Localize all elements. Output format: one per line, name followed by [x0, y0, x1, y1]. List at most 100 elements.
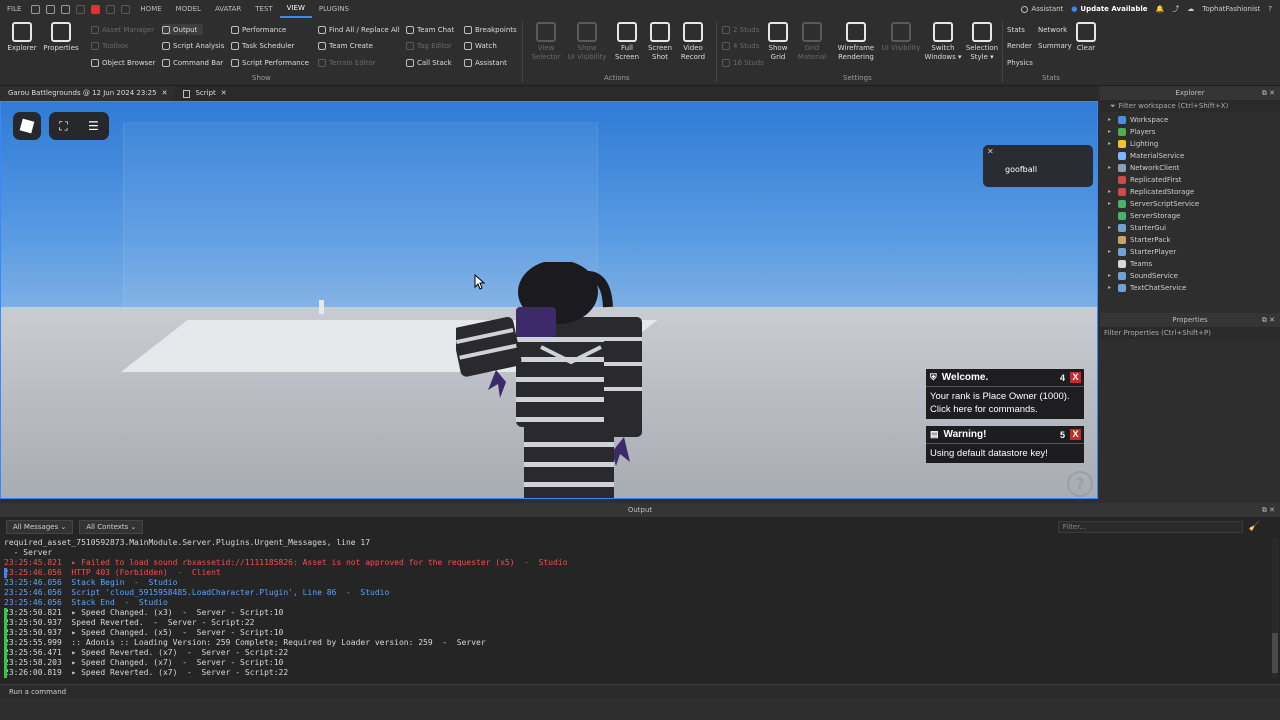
expand-arrow-icon[interactable]: ▸: [1108, 246, 1114, 258]
help-icon[interactable]: ?: [1268, 5, 1272, 13]
output-line[interactable]: 23:25:50.937 Speed Reverted. - Server - …: [0, 618, 1268, 628]
scrollbar-thumb[interactable]: [1272, 633, 1278, 673]
explorer-item-replicatedfirst[interactable]: ReplicatedFirst: [1100, 174, 1280, 186]
expand-arrow-icon[interactable]: ▸: [1108, 186, 1114, 198]
toolbox-button[interactable]: Toolbox: [91, 40, 128, 51]
physics-button[interactable]: Physics: [1007, 57, 1033, 68]
close-icon[interactable]: ✕: [162, 86, 168, 101]
expand-arrow-icon[interactable]: ▸: [1108, 270, 1114, 282]
explorer-item-materialservice[interactable]: MaterialService: [1100, 150, 1280, 162]
notification-icon[interactable]: 🔔: [1156, 5, 1165, 13]
output-log[interactable]: required_asset_7510592873.MainModule.Ser…: [0, 538, 1268, 678]
messages-filter-dropdown[interactable]: All Messages ⌄: [6, 519, 74, 534]
output-scrollbar[interactable]: [1272, 538, 1278, 678]
chat-icon[interactable]: ☰: [88, 119, 99, 133]
contexts-filter-dropdown[interactable]: All Contexts ⌄: [79, 519, 144, 534]
team-create-button[interactable]: Team Create: [318, 40, 373, 51]
wireframe-button[interactable]: Wireframe Rendering: [836, 22, 876, 62]
roblox-menu-button[interactable]: [13, 112, 41, 140]
tag-editor-button[interactable]: Tag Editor: [406, 40, 452, 51]
undo-icon[interactable]: [106, 4, 116, 14]
panel-controls[interactable]: ⧉ ✕: [1262, 503, 1275, 517]
player-notification[interactable]: ✕ goofball: [983, 145, 1093, 187]
expand-arrow-icon[interactable]: ▸: [1108, 126, 1114, 138]
output-line[interactable]: 23:25:58.203 ▸ Speed Changed. (x7) - Ser…: [0, 658, 1268, 668]
stats-button[interactable]: Stats: [1007, 24, 1025, 35]
asset-manager-button[interactable]: Asset Manager: [91, 24, 154, 35]
tab-place[interactable]: Garou Battlegrounds @ 12 Jun 2024 23:25 ✕: [0, 86, 176, 101]
stop-icon[interactable]: [91, 4, 101, 14]
explorer-item-replicatedstorage[interactable]: ▸ ReplicatedStorage: [1100, 186, 1280, 198]
view-selector-button[interactable]: View Selector: [526, 22, 566, 62]
help-button[interactable]: ?: [1067, 471, 1093, 497]
cloud-icon[interactable]: ☁: [1187, 5, 1194, 13]
close-button[interactable]: X: [1070, 429, 1081, 440]
selection-style-button[interactable]: Selection Style ▾: [962, 22, 1002, 62]
welcome-body[interactable]: Your rank is Place Owner (1000). Click h…: [926, 387, 1084, 419]
menu-file[interactable]: FILE: [0, 0, 28, 18]
output-line[interactable]: 23:25:50.937 ▸ Speed Changed. (x5) - Ser…: [0, 628, 1268, 638]
explorer-item-startergui[interactable]: ▸ StarterGui: [1100, 222, 1280, 234]
user-name[interactable]: TophatFashionist: [1202, 5, 1260, 13]
explorer-item-soundservice[interactable]: ▸ SoundService: [1100, 270, 1280, 282]
video-record-button[interactable]: Video Record: [673, 22, 713, 62]
explorer-button[interactable]: Explorer: [2, 22, 42, 53]
task-scheduler-button[interactable]: Task Scheduler: [231, 40, 294, 51]
output-line[interactable]: 23:25:46.056 Stack End - Studio: [0, 598, 1268, 608]
properties-filter-input[interactable]: Filter Properties (Ctrl+Shift+P): [1100, 327, 1280, 339]
explorer-item-starterplayer[interactable]: ▸ StarterPlayer: [1100, 246, 1280, 258]
menu-tab-plugins[interactable]: PLUGINS: [312, 0, 356, 18]
performance-button[interactable]: Performance: [231, 24, 286, 35]
save-icon[interactable]: [61, 4, 71, 14]
assistant-link[interactable]: Assistant: [1021, 5, 1063, 13]
explorer-item-starterpack[interactable]: StarterPack: [1100, 234, 1280, 246]
output-line[interactable]: required_asset_7510592873.MainModule.Ser…: [0, 538, 1268, 548]
output-line[interactable]: 23:25:46.056 Script 'cloud_5915958485.Lo…: [0, 588, 1268, 598]
tab-script[interactable]: Script ✕: [175, 86, 234, 101]
play-icon[interactable]: [76, 4, 86, 14]
assistant-button[interactable]: Assistant: [464, 57, 507, 68]
output-line[interactable]: 23:25:46.056 HTTP 403 (Forbidden) - Clie…: [0, 568, 1268, 578]
script-analysis-button[interactable]: Script Analysis: [162, 40, 224, 51]
properties-button[interactable]: Properties: [41, 22, 81, 53]
explorer-item-serverscriptservice[interactable]: ▸ ServerScriptService: [1100, 198, 1280, 210]
output-line[interactable]: 23:25:50.821 ▸ Speed Changed. (x3) - Ser…: [0, 608, 1268, 618]
expand-arrow-icon[interactable]: ▸: [1108, 114, 1114, 126]
expand-arrow-icon[interactable]: ▸: [1108, 162, 1114, 174]
output-line[interactable]: 23:25:46.056 Stack Begin - Studio: [0, 578, 1268, 588]
menu-tab-avatar[interactable]: AVATAR: [208, 0, 248, 18]
explorer-item-workspace[interactable]: ▸ Workspace: [1100, 114, 1280, 126]
team-chat-button[interactable]: Team Chat: [406, 24, 454, 35]
panel-controls[interactable]: ⧉ ✕: [1262, 313, 1275, 327]
output-search-input[interactable]: Filter...: [1057, 520, 1243, 533]
menu-tab-model[interactable]: MODEL: [169, 0, 208, 18]
menu-tab-view[interactable]: VIEW: [279, 0, 312, 18]
explorer-item-serverstorage[interactable]: ServerStorage: [1100, 210, 1280, 222]
grid-material-button[interactable]: Grid Material: [792, 22, 832, 62]
panel-controls[interactable]: ⧉ ✕: [1262, 86, 1275, 100]
welcome-notification[interactable]: ⛨ Welcome. 4 X Your rank is Place Owner (10…: [926, 369, 1084, 419]
menu-tab-home[interactable]: HOME: [133, 0, 168, 18]
explorer-filter-input[interactable]: ⏷ Filter workspace (Ctrl+Shift+X): [1100, 100, 1280, 112]
warning-notification[interactable]: ▤ Warning! 5 X Using default datastore key!: [926, 426, 1084, 463]
clear-button[interactable]: Clear: [1066, 22, 1106, 53]
redo-icon[interactable]: [121, 4, 131, 14]
new-file-icon[interactable]: [31, 4, 41, 14]
find-all-button[interactable]: Find All / Replace All: [318, 24, 400, 35]
output-line[interactable]: 23:25:45.821 ▸ Failed to load sound rbxa…: [0, 558, 1268, 568]
network-button[interactable]: Network: [1038, 24, 1067, 35]
command-bar-input[interactable]: Run a command: [0, 684, 1280, 698]
update-available-button[interactable]: ● Update Available: [1071, 5, 1147, 13]
open-file-icon[interactable]: [46, 4, 56, 14]
share-icon[interactable]: ⤴: [1172, 4, 1179, 14]
expand-arrow-icon[interactable]: ▸: [1108, 282, 1114, 294]
script-performance-button[interactable]: Script Performance: [231, 57, 309, 68]
watch-button[interactable]: Watch: [464, 40, 497, 51]
studs-2-button[interactable]: 2 Studs: [722, 24, 759, 35]
explorer-item-players[interactable]: ▸ Players: [1100, 126, 1280, 138]
render-button[interactable]: Render: [1007, 40, 1032, 51]
explorer-item-teams[interactable]: Teams: [1100, 258, 1280, 270]
output-button[interactable]: Output: [162, 24, 204, 35]
explorer-item-networkclient[interactable]: ▸ NetworkClient: [1100, 162, 1280, 174]
close-button[interactable]: X: [1070, 372, 1081, 383]
